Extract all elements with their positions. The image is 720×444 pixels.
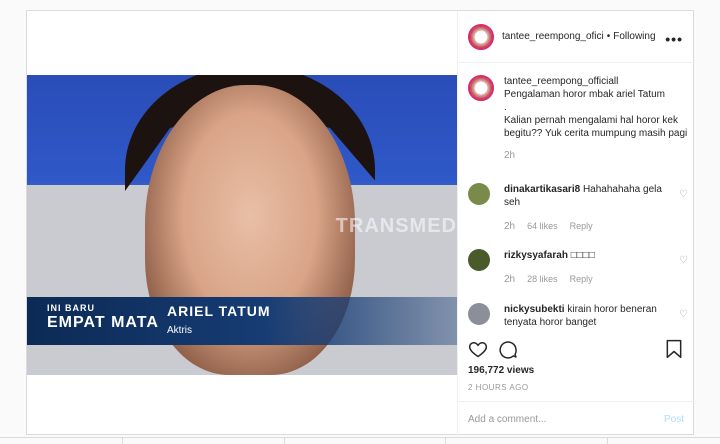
comment-body: □□□□ xyxy=(570,250,595,261)
comment-text: rizkysyafarah □□□□ xyxy=(504,249,664,262)
comment-heart-icon[interactable]: ♡ xyxy=(679,189,688,200)
comment-likes[interactable]: 64 likes xyxy=(527,221,558,232)
comment-item: nickysubekti kirain horor beneran tenyat… xyxy=(468,303,688,329)
lower-third-banner: INI BARU EMPAT MATA ARIEL TATUM Aktris xyxy=(27,297,457,345)
commenter-username[interactable]: nickysubekti xyxy=(504,304,565,315)
heart-icon[interactable] xyxy=(468,339,488,364)
post-comment-button[interactable]: Post xyxy=(664,414,684,425)
following-button[interactable]: Following xyxy=(613,31,655,42)
show-logo-top: INI BARU xyxy=(47,303,95,313)
post-caption: tantee_reempong_officiall Pengalaman hor… xyxy=(468,75,688,161)
author-username[interactable]: tantee_reempong_ofici xyxy=(502,31,604,42)
caption-username[interactable]: tantee_reempong_officiall xyxy=(504,76,618,87)
show-logo-bottom: EMPAT MATA xyxy=(47,314,159,331)
comment-text: dinakartikasari8 Hahahahaha gela seh xyxy=(504,183,664,209)
page-footer-line xyxy=(0,437,720,438)
post-sidebar: tantee_reempong_ofici • Following ••• ta… xyxy=(457,11,696,436)
comment-meta: 2h 28 likes Reply xyxy=(504,274,688,285)
add-comment-bar: Add a comment... Post xyxy=(458,401,696,436)
comment-heart-icon[interactable]: ♡ xyxy=(679,309,688,320)
footer-tick xyxy=(607,437,608,444)
commenter-username[interactable]: dinakartikasari8 xyxy=(504,184,580,195)
commenter-avatar[interactable] xyxy=(468,303,490,325)
comment-item: rizkysyafarah □□□□ 2h 28 likes Reply ♡ xyxy=(468,249,688,285)
comment-icon[interactable] xyxy=(498,339,518,364)
post-actions xyxy=(468,339,518,364)
footer-tick xyxy=(284,437,285,444)
footer-tick xyxy=(445,437,446,444)
post-header: tantee_reempong_ofici • Following ••• xyxy=(458,11,695,63)
bookmark-icon[interactable] xyxy=(665,339,683,364)
show-logo: INI BARU EMPAT MATA xyxy=(47,303,159,332)
commenter-avatar[interactable] xyxy=(468,249,490,271)
view-count[interactable]: 196,772 views xyxy=(468,365,534,376)
guest-name: ARIEL TATUM xyxy=(167,303,271,319)
author-avatar[interactable] xyxy=(468,23,494,50)
header-separator: • xyxy=(606,31,611,42)
commenter-username[interactable]: rizkysyafarah xyxy=(504,250,568,261)
caption-line-3: Kalian pernah mengalami hal horor kek be… xyxy=(504,115,688,139)
comment-time[interactable]: 2h xyxy=(504,274,515,285)
more-options-icon[interactable]: ••• xyxy=(665,31,683,47)
caption-avatar[interactable] xyxy=(468,75,494,101)
comment-input[interactable]: Add a comment... xyxy=(468,414,546,425)
comment-time[interactable]: 2h xyxy=(504,221,515,232)
reply-button[interactable]: Reply xyxy=(570,221,593,232)
channel-watermark: TRANSMED xyxy=(335,215,457,237)
caption-body: tantee_reempong_officiall Pengalaman hor… xyxy=(504,75,688,140)
guest-role: Aktris xyxy=(167,325,192,336)
instagram-post-frame: TRANSMED INI BARU EMPAT MATA ARIEL TATUM… xyxy=(26,10,696,436)
comment-text: nickysubekti kirain horor beneran tenyat… xyxy=(504,303,664,329)
comment-meta: 2h 64 likes Reply xyxy=(504,221,688,232)
footer-tick xyxy=(122,437,123,444)
post-timestamp[interactable]: 2 HOURS AGO xyxy=(468,383,529,392)
commenter-avatar[interactable] xyxy=(468,183,490,205)
reply-button[interactable]: Reply xyxy=(570,274,593,285)
caption-time[interactable]: 2h xyxy=(504,150,688,161)
caption-line-1: Pengalaman horor mbak ariel Tatum xyxy=(504,89,666,100)
caption-line-2: . xyxy=(504,102,507,113)
comment-item: dinakartikasari8 Hahahahaha gela seh 2h … xyxy=(468,183,688,232)
comment-heart-icon[interactable]: ♡ xyxy=(679,255,688,266)
comment-likes[interactable]: 28 likes xyxy=(527,274,558,285)
post-video[interactable]: TRANSMED INI BARU EMPAT MATA ARIEL TATUM… xyxy=(27,75,457,375)
